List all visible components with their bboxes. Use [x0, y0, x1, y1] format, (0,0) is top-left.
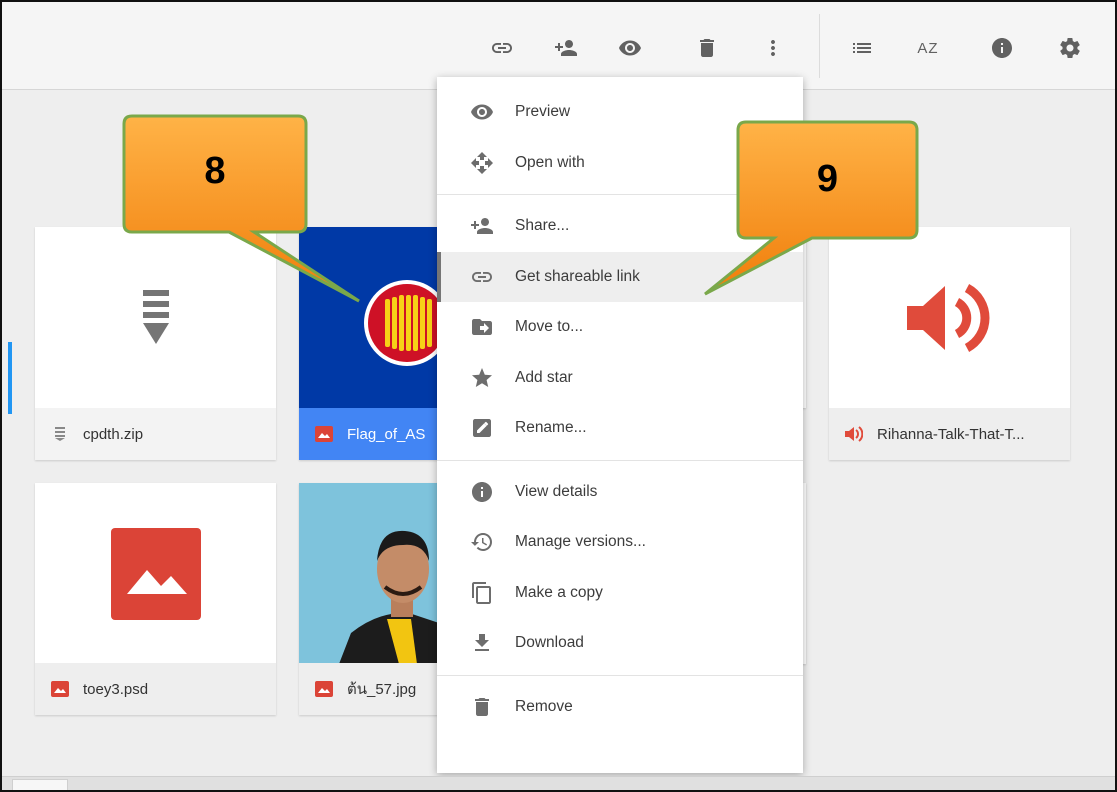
- move-arrows-icon: [469, 150, 495, 176]
- menu-item-add-star[interactable]: Add star: [437, 353, 803, 404]
- file-name: toey3.psd: [83, 680, 149, 698]
- file-label: toey3.psd: [35, 663, 276, 715]
- menu-divider: [437, 674, 803, 676]
- menu-item-label: Move to...: [515, 318, 584, 336]
- file-name: Flag_of_AS: [347, 425, 426, 443]
- list-view-icon[interactable]: [848, 34, 876, 62]
- trash-icon[interactable]: [693, 34, 721, 62]
- image-icon: [315, 425, 333, 443]
- eye-icon: [469, 99, 495, 125]
- info-icon[interactable]: [988, 34, 1016, 62]
- eye-icon[interactable]: [616, 34, 644, 62]
- more-vert-icon[interactable]: [759, 34, 787, 62]
- image-icon: [51, 680, 69, 698]
- file-label: Rihanna-Talk-That-T...: [829, 408, 1070, 460]
- status-segment: [12, 779, 68, 790]
- copy-icon: [469, 580, 495, 606]
- info-icon: [469, 479, 495, 505]
- callout-number: 8: [204, 150, 226, 192]
- menu-item-label: Download: [515, 634, 584, 652]
- menu-item-download[interactable]: Download: [437, 618, 803, 669]
- menu-item-label: View details: [515, 482, 598, 500]
- image-icon: [315, 680, 333, 698]
- image-icon: [110, 527, 201, 620]
- file-name: ต้น_57.jpg: [347, 681, 417, 698]
- star-icon: [469, 365, 495, 391]
- toolbar-divider: [819, 14, 820, 78]
- audio-icon: [845, 425, 863, 443]
- menu-item-label: Preview: [515, 103, 571, 121]
- menu-item-label: Make a copy: [515, 583, 603, 601]
- menu-item-make-copy[interactable]: Make a copy: [437, 568, 803, 619]
- trash-icon: [469, 694, 495, 720]
- menu-item-label: Get shareable link: [515, 267, 640, 285]
- zip-icon: [51, 425, 69, 443]
- scroll-indicator: [8, 342, 12, 414]
- add-person-icon[interactable]: [552, 34, 580, 62]
- menu-item-remove[interactable]: Remove: [437, 682, 803, 733]
- menu-divider: [437, 459, 803, 461]
- menu-item-label: Open with: [515, 153, 585, 171]
- move-folder-icon: [469, 314, 495, 340]
- link-icon[interactable]: [488, 34, 516, 62]
- menu-item-manage-versions[interactable]: Manage versions...: [437, 517, 803, 568]
- file-card-toey3[interactable]: toey3.psd: [35, 483, 276, 715]
- file-name: Rihanna-Talk-That-T...: [877, 425, 1025, 443]
- status-bar: [2, 776, 1115, 790]
- menu-item-label: Remove: [515, 697, 573, 715]
- settings-icon[interactable]: [1056, 34, 1084, 62]
- download-icon: [469, 630, 495, 656]
- sort-az-icon[interactable]: AZ: [914, 34, 942, 62]
- menu-item-move-to[interactable]: Move to...: [437, 302, 803, 353]
- menu-item-label: Manage versions...: [515, 533, 646, 551]
- link-icon: [469, 264, 495, 290]
- menu-item-rename[interactable]: Rename...: [437, 403, 803, 454]
- callout-8: 8: [122, 114, 364, 306]
- menu-item-label: Rename...: [515, 419, 587, 437]
- add-person-icon: [469, 213, 495, 239]
- menu-item-view-details[interactable]: View details: [437, 467, 803, 518]
- history-icon: [469, 529, 495, 555]
- file-thumbnail: [35, 483, 276, 664]
- menu-item-label: Add star: [515, 368, 573, 386]
- menu-item-label: Share...: [515, 217, 570, 235]
- file-name: cpdth.zip: [83, 425, 144, 443]
- file-label: cpdth.zip: [35, 408, 276, 460]
- callout-9: 9: [702, 120, 922, 302]
- drive-window: AZ cpdth.zip Flag_of_AS Rihanna-Talk-Tha…: [0, 0, 1117, 792]
- callout-number: 9: [816, 158, 839, 200]
- rename-icon: [469, 415, 495, 441]
